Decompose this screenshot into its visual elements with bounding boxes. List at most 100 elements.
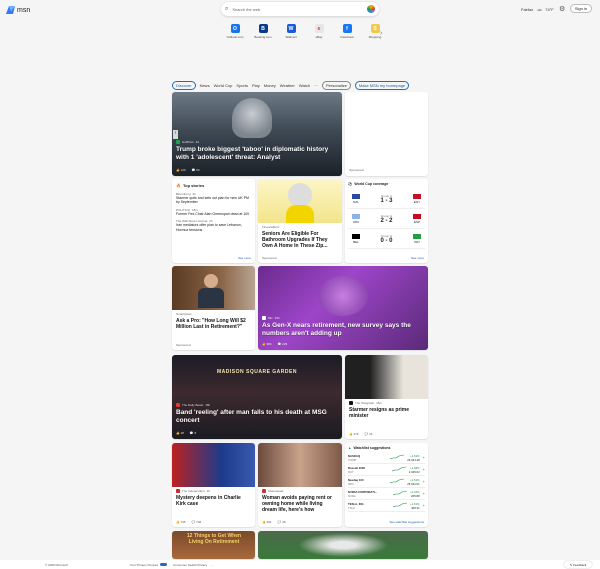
globe-icon: ⚽	[348, 182, 353, 186]
quick-link-tile[interactable]: f Facebook	[335, 24, 359, 40]
quick-link-tile[interactable]: O Outlook.com	[223, 24, 247, 40]
source-logo-icon	[176, 403, 180, 407]
quick-link-tile[interactable]: W Walmart	[279, 24, 303, 40]
chevron-right-icon[interactable]: ›	[380, 30, 382, 37]
hero-card[interactable]: ‹ › HuffPost4d Trump broke biggest 'tabo…	[172, 92, 342, 176]
comment-icon[interactable]: 💬 746	[192, 520, 202, 524]
stock-row[interactable]: NASDAQ COMP +1.61% 26,024.48 +	[348, 452, 425, 464]
match-row[interactable]: BEL Group G0 - 0 IRN	[348, 229, 425, 249]
kirk-card[interactable]: The Independent 4h Mystery deepens in Cha…	[172, 443, 255, 527]
copilot-icon[interactable]	[367, 5, 375, 13]
tab-news[interactable]: News	[200, 83, 210, 88]
weather-widget[interactable]: Fairfax ☁ 74°F	[521, 6, 554, 13]
genx-card[interactable]: Mic 10h As Gen-X nears retirement, new su…	[258, 266, 428, 350]
quick-link-label: Shopping	[368, 35, 382, 39]
sponsored-label: Sponsored	[349, 168, 364, 172]
finance-source: SmartAsset	[176, 312, 192, 316]
watchlist-see-more[interactable]: See watchlist suggestions	[389, 520, 424, 524]
source-logo-icon	[349, 401, 353, 405]
watchlist-card: ▲ Watchlist suggestions NASDAQ COMP +1.61% 2…	[345, 443, 428, 527]
kirk-title[interactable]: Mystery deepens in Charlie Kirk case	[172, 495, 255, 507]
source-logo-icon	[176, 489, 180, 493]
rent-card[interactable]: Glamsquad Woman avoids paying rent or ow…	[258, 443, 342, 527]
personalize-button[interactable]: Personalize	[322, 80, 351, 90]
match-group: Group G	[380, 233, 393, 238]
tab-sports[interactable]: Sports	[236, 83, 248, 88]
finance-title[interactable]: Ask a Pro: "How Long Will $2 Million Las…	[172, 318, 255, 330]
starmer-title[interactable]: Starmer resigns as prime minister	[345, 407, 428, 419]
tab-money[interactable]: Money	[264, 83, 276, 88]
like-icon[interactable]: 👍 984	[262, 342, 272, 346]
tab-watch[interactable]: Watch	[299, 83, 310, 88]
search-box[interactable]: ⌕ Search the web	[221, 2, 379, 16]
more-footer-icon[interactable]: ···	[211, 563, 214, 567]
top-bar: msn ⌕ Search the web Fairfax ☁ 74°F ⚙ Si…	[0, 0, 600, 20]
add-stock-icon[interactable]: +	[423, 467, 425, 472]
match-row[interactable]: NZL Group C1 - 3 EGY	[348, 189, 425, 209]
make-homepage-button[interactable]: Make MSN my homepage	[354, 80, 410, 90]
like-icon[interactable]: 👍 735	[176, 520, 186, 524]
add-stock-icon[interactable]: +	[423, 479, 425, 484]
tab-world-cup[interactable]: World Cup	[214, 83, 233, 88]
seniors-title[interactable]: Seniors Are Eligible For Bathroom Upgrad…	[258, 231, 342, 249]
comment-icon[interactable]: 💬 8	[190, 431, 196, 435]
more-tabs-icon[interactable]: ···	[314, 83, 318, 88]
gear-icon[interactable]: ⚙	[559, 5, 565, 13]
quick-link-tile[interactable]: S Shopping	[363, 24, 387, 40]
comment-icon[interactable]: 💬 229	[278, 342, 288, 346]
msg-title[interactable]: Band 'reeling' after man falls to his de…	[176, 409, 336, 425]
msn-logo[interactable]: msn	[6, 6, 30, 14]
tab-discover[interactable]: Discover	[172, 80, 196, 90]
quick-link-icon: B	[258, 24, 268, 33]
seniors-ad-card[interactable]: FinanceBuzz Seniors Are Eligible For Bat…	[258, 179, 342, 263]
team-flag-icon	[412, 213, 421, 219]
world-cup-see-more[interactable]: See more	[411, 256, 424, 260]
stock-row[interactable]: TESLA, INC. TSLA +1.61% 408.31 +	[348, 500, 425, 512]
stock-row[interactable]: Russell 2000 RUT +1.06% 2,345.62 +	[348, 464, 425, 476]
quick-link-label: Booking.com	[254, 35, 272, 39]
like-icon[interactable]: 👍 401	[262, 520, 272, 524]
team-flag-icon	[412, 193, 421, 199]
soccer-card[interactable]	[258, 531, 428, 559]
ad-card-top[interactable]: Sponsored	[345, 92, 428, 176]
tab-weather[interactable]: Weather	[280, 83, 295, 88]
add-stock-icon[interactable]: +	[423, 503, 425, 508]
add-stock-icon[interactable]: +	[423, 455, 425, 460]
like-icon[interactable]: 👍 28	[176, 431, 184, 435]
feedback-button[interactable]: ✎ Feedback	[564, 561, 592, 568]
quick-link-tile[interactable]: e eBay	[307, 24, 331, 40]
quick-link-tile[interactable]: B Booking.com	[251, 24, 275, 40]
starmer-card[interactable]: The Telegraph 16m Starmer resigns as prim…	[345, 355, 428, 439]
comment-icon[interactable]: 💬 31	[365, 432, 373, 436]
rent-title[interactable]: Woman avoids paying rent or owning home …	[258, 495, 342, 513]
top-story-item[interactable]: Bloomberg 2h Starmer quits and sets out pl…	[176, 192, 251, 205]
sparkline-icon	[390, 478, 405, 485]
top-story-item[interactable]: POLITICO 18m Former Fed Chair Alan Greensp…	[176, 208, 251, 216]
finance-ad-image	[172, 266, 255, 310]
add-stock-icon[interactable]: +	[423, 491, 425, 496]
stock-row[interactable]: Nasdaq 100 NDX +1.51% 25,912.01 +	[348, 476, 425, 488]
comment-icon[interactable]: 💬 80	[192, 168, 200, 172]
hero-prev-icon[interactable]: ‹	[173, 130, 178, 139]
retirement-bottom-ad[interactable]: 12 Things to Get When Living On Retireme…	[172, 531, 255, 559]
like-icon[interactable]: 👍 276	[349, 432, 359, 436]
msg-card[interactable]: MADISON SQUARE GARDEN The Daily Beast 16h…	[172, 355, 342, 439]
watchlist-heading: Watchlist suggestions	[353, 446, 391, 450]
retirement-ad-card[interactable]: SmartAsset Ask a Pro: "How Long Will $2 …	[172, 266, 255, 350]
starmer-time: 16m	[376, 401, 382, 405]
see-more-link[interactable]: See more	[238, 256, 251, 260]
comment-icon[interactable]: 💬 46	[278, 520, 286, 524]
tab-play[interactable]: Play	[252, 83, 260, 88]
top-story-item[interactable]: The Wall Street Journal 2h Iran mediators …	[176, 219, 251, 232]
stock-row[interactable]: NVIDIA CORPORATI... NVDA +2.34% 205.88 +	[348, 488, 425, 500]
sign-in-button[interactable]: Sign in	[570, 4, 592, 13]
hero-title[interactable]: Trump broke biggest 'taboo' in diplomati…	[176, 146, 336, 162]
match-row[interactable]: URU Group G2 - 2 ESP	[348, 209, 425, 229]
bottom-ad-text: 12 Things to Get When Living On Retireme…	[186, 533, 242, 545]
genx-title[interactable]: As Gen-X nears retirement, new survey sa…	[262, 322, 422, 338]
like-icon[interactable]: 👍 149	[176, 168, 186, 172]
privacy-choices-link[interactable]: Your Privacy Choices	[130, 563, 158, 567]
temperature-label: 74°F	[545, 7, 554, 12]
weather-cloud-icon: ☁	[536, 7, 543, 13]
consumer-health-link[interactable]: Consumer Health Privacy	[173, 563, 207, 567]
